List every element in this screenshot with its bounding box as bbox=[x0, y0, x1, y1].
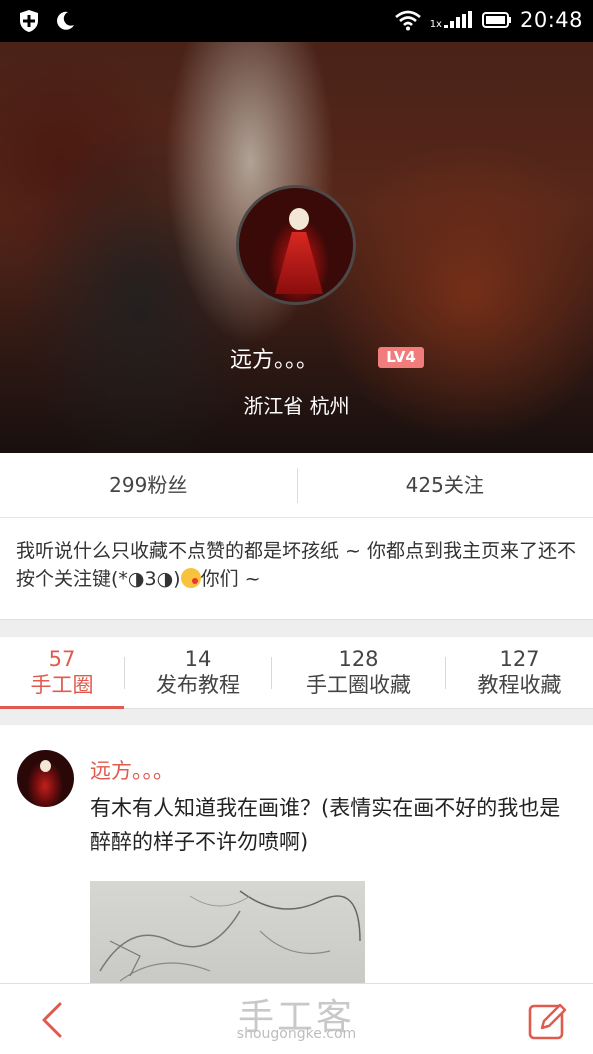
tab-published-tutorials[interactable]: 14 发布教程 bbox=[125, 637, 271, 709]
tab-count: 128 bbox=[338, 647, 379, 671]
profile-stats: 299粉丝 425关注 bbox=[0, 453, 593, 518]
bio-text-end: 你们 ~ bbox=[200, 568, 261, 590]
post-card[interactable]: 远方。。。 有木有人知道我在画谁？(表情实在画不好的我也是醉醉的样子不许勿喷啊) bbox=[0, 725, 593, 983]
profile-tabs: 57 手工圈 14 发布教程 128 手工圈收藏 127 教程收藏 bbox=[0, 637, 593, 709]
wifi-icon bbox=[394, 10, 421, 31]
profile-header: 远方。。。 LV4 浙江省 杭州 bbox=[0, 42, 593, 453]
bio-text: 我听说什么只收藏不点赞的都是坏孩纸 ~ 你都点到我主页来了还不按个关注键(*◑3… bbox=[16, 540, 577, 590]
profile-location: 浙江省 杭州 bbox=[243, 394, 350, 418]
signal-icon bbox=[443, 11, 472, 28]
kiss-emoji-icon bbox=[180, 568, 201, 588]
following-count[interactable]: 425关注 bbox=[296, 453, 593, 517]
post-text: 有木有人知道我在画谁？(表情实在画不好的我也是醉醉的样子不许勿喷啊) bbox=[90, 796, 561, 854]
profile-avatar[interactable] bbox=[236, 185, 356, 305]
level-badge: LV4 bbox=[378, 347, 424, 368]
post-author-avatar[interactable] bbox=[17, 750, 74, 807]
tab-count: 127 bbox=[499, 647, 540, 671]
profile-bio: 我听说什么只收藏不点赞的都是坏孩纸 ~ 你都点到我主页来了还不按个关注键(*◑3… bbox=[0, 519, 593, 619]
tab-label: 手工圈 bbox=[30, 673, 94, 697]
battery-icon bbox=[481, 12, 511, 28]
fans-count[interactable]: 299粉丝 bbox=[0, 453, 297, 517]
status-time: 20:48 bbox=[519, 8, 583, 32]
tab-count: 57 bbox=[48, 647, 76, 671]
sketch-drawing-image bbox=[99, 890, 361, 982]
post-image[interactable] bbox=[90, 881, 365, 983]
watermark-url: shougongke.com bbox=[236, 1026, 357, 1042]
post-author-name[interactable]: 远方。。。 bbox=[90, 755, 174, 785]
shield-icon bbox=[20, 10, 38, 32]
tab-count: 14 bbox=[184, 647, 212, 671]
tab-label: 教程收藏 bbox=[477, 673, 562, 697]
tab-circle-favorites[interactable]: 128 手工圈收藏 bbox=[272, 637, 445, 709]
status-bar: 1x 20:48 bbox=[0, 0, 593, 42]
section-divider bbox=[0, 619, 593, 637]
tab-handcraft-circle[interactable]: 57 手工圈 bbox=[0, 637, 124, 709]
tab-tutorial-favorites[interactable]: 127 教程收藏 bbox=[446, 637, 593, 709]
tab-label: 手工圈收藏 bbox=[306, 673, 411, 697]
moon-icon bbox=[57, 11, 74, 30]
network-type: 1x bbox=[429, 18, 442, 30]
tab-label: 发布教程 bbox=[156, 673, 240, 697]
section-divider bbox=[0, 709, 593, 725]
profile-name: 远方。。。 bbox=[230, 348, 319, 373]
